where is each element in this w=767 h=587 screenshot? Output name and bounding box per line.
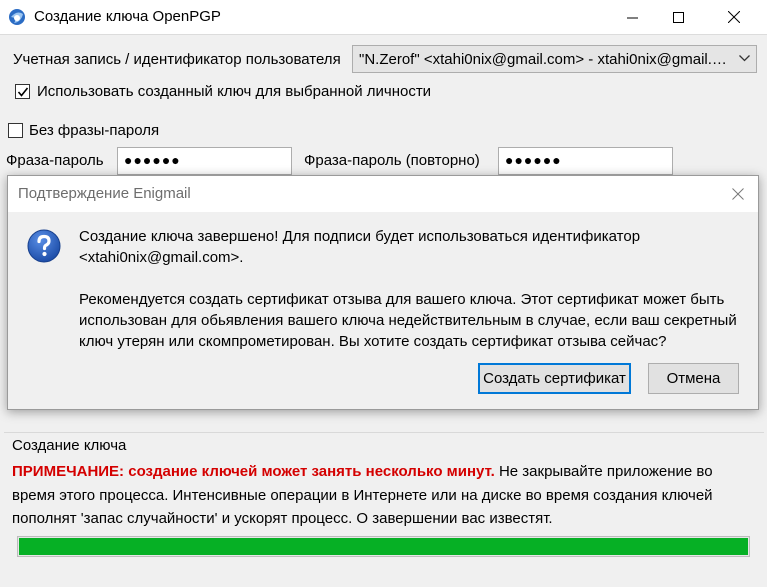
passphrase-repeat-value: ●●●●●●: [505, 152, 562, 168]
key-generation-progress-bar: [17, 536, 750, 557]
close-icon: [732, 188, 744, 200]
thunderbird-app-icon: [8, 8, 26, 26]
passphrase-value: ●●●●●●: [124, 152, 181, 168]
window-title: Создание ключа OpenPGP: [34, 8, 221, 25]
chevron-down-icon: [739, 55, 750, 62]
use-key-label: Использовать созданный ключ для выбранно…: [37, 83, 432, 100]
maximize-button[interactable]: [655, 0, 701, 34]
passphrase-label: Фраза-пароль: [6, 152, 104, 169]
note-warning: ПРИМЕЧАНИЕ: создание ключей может занять…: [12, 463, 495, 480]
account-label: Учетная запись / идентификатор пользоват…: [13, 51, 341, 68]
window-titlebar: Создание ключа OpenPGP: [0, 0, 767, 34]
checkmark-icon: [17, 87, 29, 97]
maximize-icon: [672, 11, 684, 23]
passphrase-repeat-label: Фраза-пароль (повторно): [304, 152, 480, 169]
close-icon: [728, 11, 740, 23]
cancel-button[interactable]: Отмена: [648, 363, 739, 394]
passphrase-input[interactable]: ●●●●●●: [117, 147, 292, 175]
account-select[interactable]: "N.Zerof" <xtahi0nix@gmail.com> - xtahi0…: [352, 45, 757, 73]
dialog-message-revocation: Рекомендуется создать сертификат отзыва …: [79, 291, 737, 350]
minimize-icon: [626, 17, 638, 18]
close-window-button[interactable]: [711, 0, 757, 34]
passphrase-repeat-input[interactable]: ●●●●●●: [498, 147, 673, 175]
dialog-body: Создание ключа завершено! Для подписи бу…: [8, 212, 758, 409]
dialog-message-completed: Создание ключа завершено! Для подписи бу…: [79, 228, 641, 266]
key-generation-note: ПРИМЕЧАНИЕ: создание ключей может занять…: [12, 460, 757, 531]
dialog-close-button[interactable]: [728, 184, 748, 204]
minimize-button[interactable]: [609, 0, 655, 34]
confirmation-dialog: Подтверждение Enigmail Создание ключа за…: [7, 175, 759, 410]
use-key-checkbox[interactable]: [15, 84, 30, 99]
no-passphrase-checkbox[interactable]: [8, 123, 23, 138]
account-select-value: "N.Zerof" <xtahi0nix@gmail.com> - xtahi0…: [359, 51, 731, 68]
progress-fill: [19, 538, 748, 555]
create-certificate-button[interactable]: Создать сертификат: [478, 363, 631, 394]
question-icon: [27, 229, 61, 267]
key-generation-group-label: Создание ключа: [12, 437, 127, 454]
no-passphrase-label: Без фразы-пароля: [29, 122, 160, 139]
dialog-title: Подтверждение Enigmail: [18, 185, 191, 202]
